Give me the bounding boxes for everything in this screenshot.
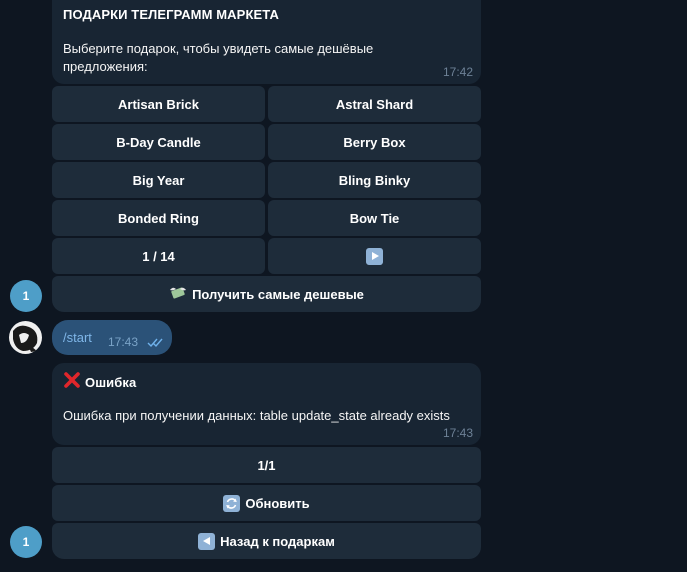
outgoing-message-text: /start [63,330,92,345]
gift-button-berry-box[interactable]: Berry Box [268,124,481,160]
gift-button-bonded-ring[interactable]: Bonded Ring [52,200,265,236]
gift-button-astral-shard[interactable]: Astral Shard [268,86,481,122]
outgoing-message-time: 17:43 [108,335,139,349]
double-check-icon [147,335,164,353]
gifts-message-bubble: ПОДАРКИ ТЕЛЕГРАММ МАРКЕТА Выберите подар… [52,0,481,84]
back-to-gifts-button[interactable]: Назад к подаркам [52,523,481,559]
next-page-button[interactable] [268,238,481,274]
unread-count-2: 1 [22,535,30,549]
unread-badge-2[interactable]: 1 [10,526,42,558]
arrows-counterclockwise-icon [223,494,241,512]
page-indicator-button-2[interactable]: 1/1 [52,447,481,483]
back-to-gifts-label: Назад к подаркам [220,533,335,549]
gift-button-bow-tie[interactable]: Bow Tie [268,200,481,236]
get-cheapest-label: Получить самые дешевые [192,286,364,302]
gift-button-label: Berry Box [343,134,406,150]
message-time: 17:42 [442,65,473,79]
page-indicator-label: 1 / 14 [142,248,175,264]
gift-button-label: B-Day Candle [116,134,201,150]
gift-button-label: Bow Tie [349,210,400,226]
error-message-time: 17:43 [442,426,473,440]
cross-mark-icon [63,371,81,394]
unread-count: 1 [22,289,30,303]
gift-button-label: Bling Binky [338,172,411,188]
error-title-row: Ошибка [63,371,136,394]
gift-button-label: Astral Shard [335,96,414,112]
get-cheapest-button[interactable]: Получить самые дешевые [52,276,481,312]
gift-button-artisan-brick[interactable]: Artisan Brick [52,86,265,122]
gift-button-b-day-candle[interactable]: B-Day Candle [52,124,265,160]
error-title: Ошибка [85,375,137,390]
error-text: Ошибка при получении данных: table updat… [63,408,450,423]
play-arrow-icon [366,247,383,265]
gift-button-big-year[interactable]: Big Year [52,162,265,198]
reverse-arrow-icon [198,532,216,550]
avatar[interactable] [9,321,42,354]
refresh-button[interactable]: Обновить [52,485,481,521]
gift-button-bling-binky[interactable]: Bling Binky [268,162,481,198]
gift-button-label: Big Year [132,172,185,188]
unread-badge[interactable]: 1 [10,280,42,312]
message-text-line2: предложения: [63,59,148,74]
error-message-bubble: Ошибка Ошибка при получении данных: tabl… [52,363,481,445]
page-indicator-label-2: 1/1 [257,457,276,473]
outgoing-message-bubble: /start 17:43 [52,320,172,355]
gift-button-label: Bonded Ring [118,210,199,226]
page-indicator-button[interactable]: 1 / 14 [52,238,265,274]
money-with-wings-icon [169,285,187,304]
message-text-line1: Выберите подарок, чтобы увидеть самые де… [63,41,374,56]
message-title: ПОДАРКИ ТЕЛЕГРАММ МАРКЕТА [63,7,279,22]
refresh-label: Обновить [245,495,310,511]
gift-button-label: Artisan Brick [118,96,199,112]
